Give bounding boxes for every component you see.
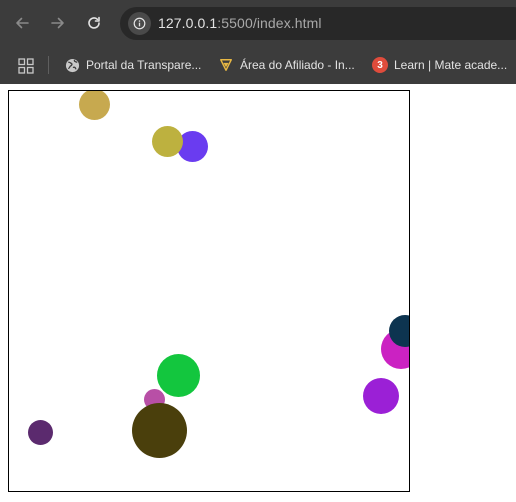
bookmark-label: Learn | Mate acade... bbox=[394, 58, 508, 72]
bookmark-portal-transparencia[interactable]: Portal da Transpare... bbox=[64, 53, 201, 77]
ball bbox=[132, 403, 187, 458]
arrow-left-icon bbox=[16, 17, 29, 29]
ball bbox=[157, 354, 200, 397]
page-viewport bbox=[0, 84, 516, 502]
back-button[interactable] bbox=[8, 9, 36, 37]
url-path: :5500/index.html bbox=[217, 15, 322, 31]
bookmark-label: Portal da Transpare... bbox=[86, 58, 202, 72]
browser-toolbar: 127.0.0.1:5500/index.html bbox=[0, 0, 516, 47]
info-icon bbox=[133, 17, 146, 30]
bookmark-learn-mate-academy[interactable]: 3 Learn | Mate acade... bbox=[372, 53, 507, 77]
ball bbox=[28, 420, 53, 445]
arrow-right-icon bbox=[51, 17, 64, 29]
site-info-button[interactable] bbox=[128, 12, 151, 35]
apps-grid-icon[interactable] bbox=[18, 58, 34, 74]
url-text: 127.0.0.1:5500/index.html bbox=[158, 15, 322, 31]
url-host: 127.0.0.1 bbox=[158, 15, 218, 31]
forward-button[interactable] bbox=[44, 9, 72, 37]
address-bar[interactable]: 127.0.0.1:5500/index.html bbox=[120, 7, 516, 40]
reload-button[interactable] bbox=[80, 9, 108, 37]
browser-chrome: 127.0.0.1:5500/index.html Portal da Tran… bbox=[0, 0, 516, 84]
ball bbox=[152, 126, 183, 157]
afiliado-logo-icon bbox=[218, 57, 234, 73]
reload-icon bbox=[88, 16, 100, 29]
bookmark-label: Área do Afiliado - In... bbox=[240, 58, 355, 72]
bookmark-area-afiliado[interactable]: Área do Afiliado - In... bbox=[218, 53, 355, 77]
globe-icon bbox=[64, 57, 80, 73]
bouncing-balls-canvas bbox=[8, 90, 410, 492]
notification-count: 3 bbox=[372, 57, 388, 73]
ball bbox=[79, 91, 110, 120]
bookmarks-bar: Portal da Transpare... Área do Afiliado … bbox=[0, 47, 516, 84]
ball bbox=[363, 378, 399, 414]
notification-badge-icon: 3 bbox=[372, 57, 388, 73]
bookmarks-divider bbox=[48, 56, 49, 74]
